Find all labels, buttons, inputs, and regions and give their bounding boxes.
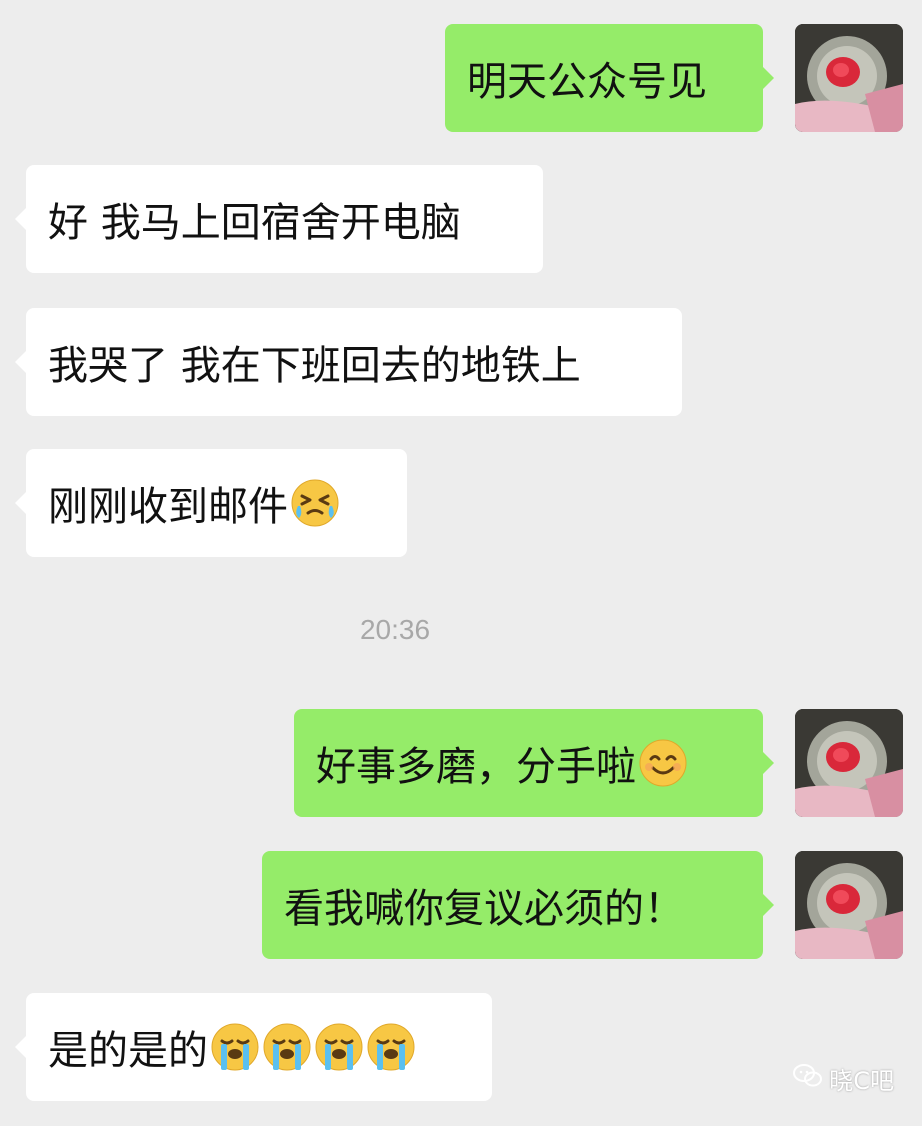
message-text: 明天公众号见 <box>467 59 707 105</box>
message-text: 好 我马上回宿舍开电脑 <box>48 200 461 246</box>
loudly-crying-emoji-icon <box>262 1022 312 1072</box>
wechat-icon <box>793 1063 823 1095</box>
avatar[interactable] <box>795 709 903 817</box>
avatar[interactable] <box>795 851 903 959</box>
message-bubble-outgoing[interactable]: 看我喊你复议必须的！ <box>262 851 774 959</box>
rose-avatar-image <box>795 24 903 132</box>
loudly-crying-emoji-icon <box>314 1022 364 1072</box>
message-bubble-incoming[interactable]: 好 我马上回宿舍开电脑 <box>15 165 543 273</box>
loudly-crying-emoji-icon <box>210 1022 260 1072</box>
message-text: 刚刚收到邮件 <box>48 484 288 530</box>
rose-avatar-image <box>795 709 903 817</box>
timestamp: 20:36 <box>359 614 431 645</box>
squinting-tears-emoji-icon <box>290 478 340 528</box>
loudly-crying-emoji-icon <box>366 1022 416 1072</box>
message-bubble-incoming[interactable]: 是的是的 <box>15 993 492 1101</box>
message-text: 看我喊你复议必须的！ <box>284 886 684 932</box>
smiling-face-emoji-icon <box>638 738 688 788</box>
message-text: 是的是的 <box>48 1028 208 1074</box>
chat-area[interactable]: 明天公众号见 好 我马上回宿舍开电脑 我哭了 我在下班回去的地铁上 刚刚收到邮件 <box>0 0 922 1126</box>
message-bubble-outgoing[interactable]: 好事多磨，分手啦 <box>294 709 774 817</box>
message-bubble-incoming[interactable]: 刚刚收到邮件 <box>15 449 407 557</box>
watermark-text: 晓C吧 <box>829 1067 894 1095</box>
rose-avatar-image <box>795 851 903 959</box>
message-bubble-outgoing[interactable]: 明天公众号见 <box>445 24 774 132</box>
watermark: 晓C吧 <box>793 1061 894 1096</box>
message-bubble-incoming[interactable]: 我哭了 我在下班回去的地铁上 <box>15 308 682 416</box>
avatar[interactable] <box>795 24 903 132</box>
message-text: 我哭了 我在下班回去的地铁上 <box>48 343 581 389</box>
message-text: 好事多磨，分手啦 <box>316 744 636 790</box>
